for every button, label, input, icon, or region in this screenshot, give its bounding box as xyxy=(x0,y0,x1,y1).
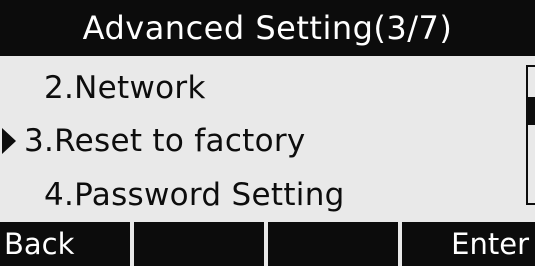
menu-item-marker xyxy=(2,62,22,114)
menu-item-marker xyxy=(2,169,22,221)
phone-lcd-screen: Advanced Setting(3/7) 2.Network 3.Reset … xyxy=(0,0,535,266)
page-title: Advanced Setting(3/7) xyxy=(82,9,453,47)
softkey-label: Enter xyxy=(451,227,529,261)
softkey-label: Back xyxy=(4,227,75,261)
softkey-2[interactable] xyxy=(134,222,264,266)
selection-arrow-icon xyxy=(2,128,16,154)
softkey-3[interactable] xyxy=(268,222,398,266)
scrollbar[interactable] xyxy=(526,65,535,205)
enter-softkey[interactable]: Enter xyxy=(402,222,535,266)
softkey-bar: Back Enter xyxy=(0,222,535,266)
menu-item-label: 4.Password Setting xyxy=(44,177,345,213)
menu-list: 2.Network 3.Reset to factory 4.Password … xyxy=(0,56,535,222)
screen-header: Advanced Setting(3/7) xyxy=(0,0,535,56)
menu-item-network[interactable]: 2.Network xyxy=(0,62,520,114)
scrollbar-thumb[interactable] xyxy=(528,97,535,125)
back-softkey[interactable]: Back xyxy=(0,222,130,266)
menu-item-label: 3.Reset to factory xyxy=(24,123,306,159)
menu-item-marker xyxy=(2,115,22,167)
menu-item-reset-to-factory[interactable]: 3.Reset to factory xyxy=(0,115,520,167)
menu-item-label: 2.Network xyxy=(44,70,206,106)
menu-item-password-setting[interactable]: 4.Password Setting xyxy=(0,169,520,221)
